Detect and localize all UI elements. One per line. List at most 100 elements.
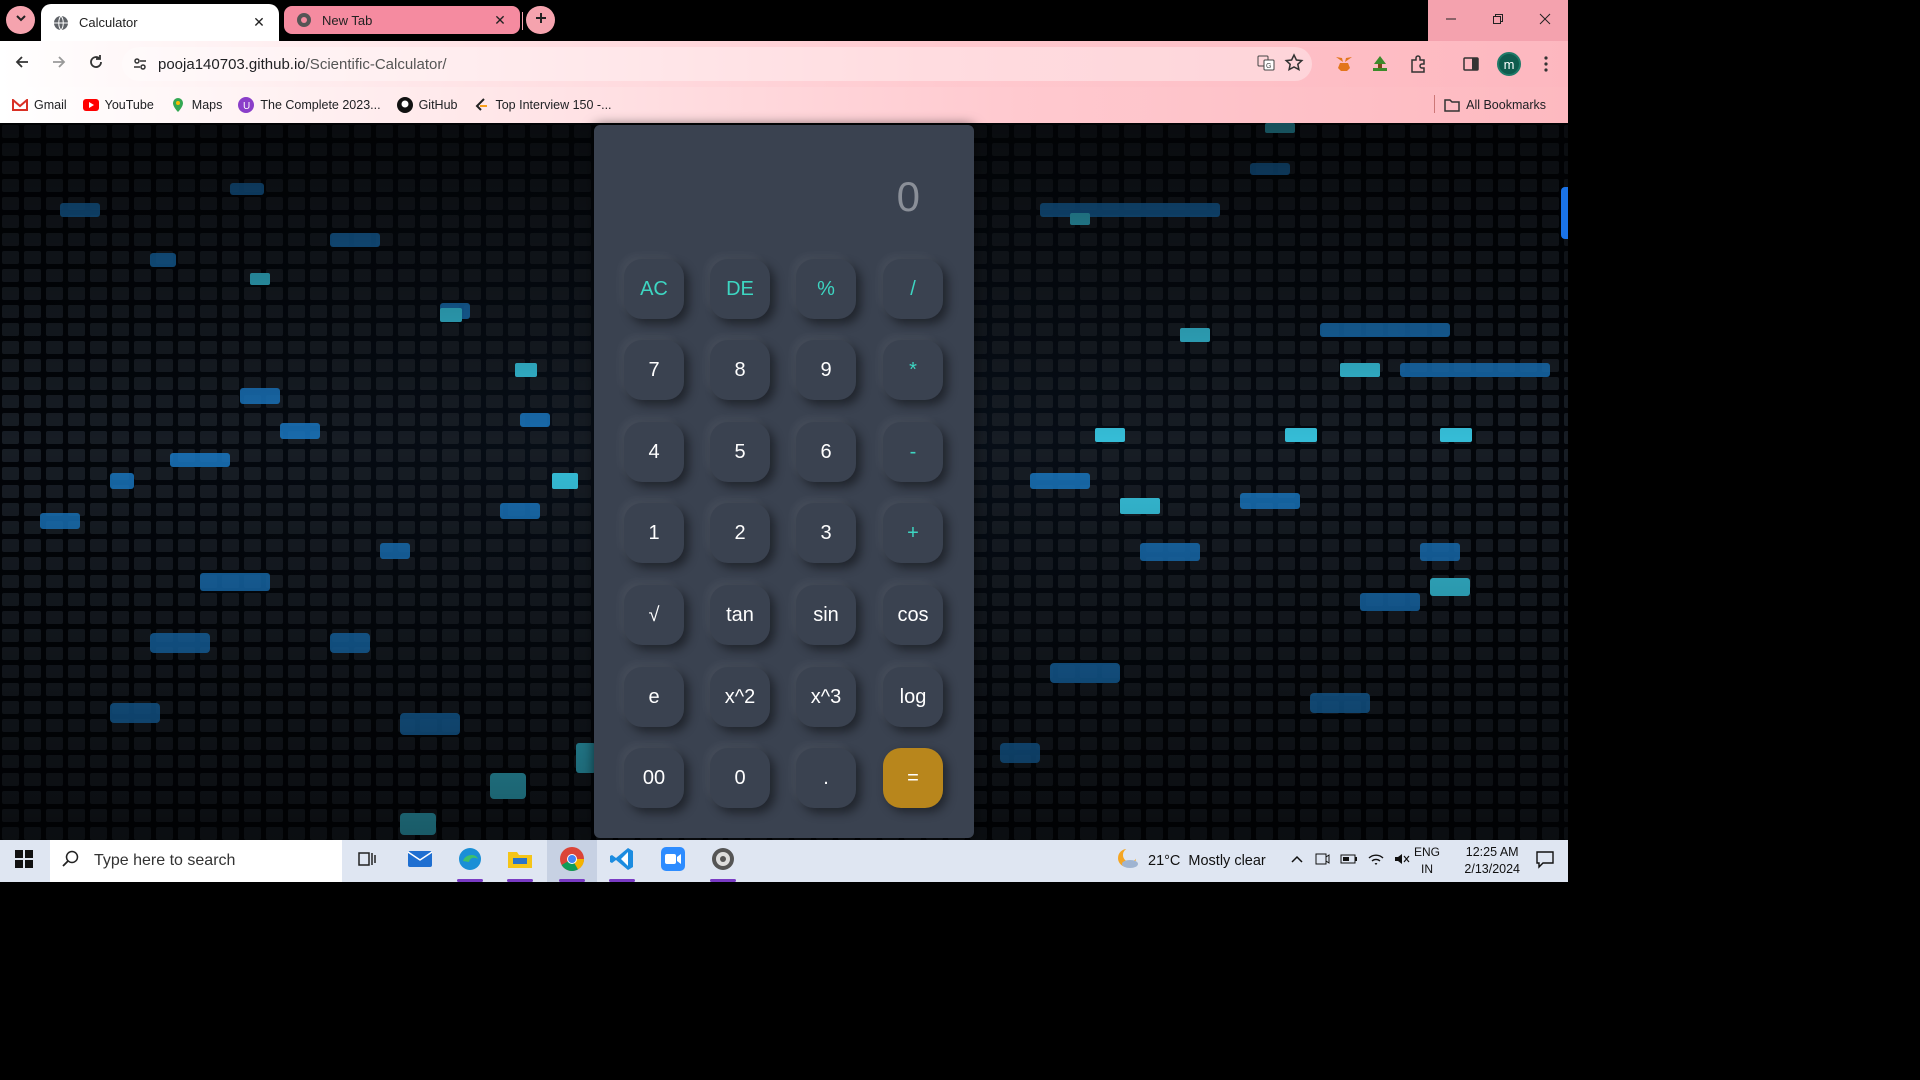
- bookmark-label: Gmail: [34, 98, 67, 112]
- star-icon[interactable]: [1284, 53, 1304, 78]
- calc-key[interactable]: 5: [710, 422, 770, 482]
- bookmark-udemy[interactable]: U The Complete 2023...: [230, 91, 388, 119]
- speaker-muted-icon[interactable]: [1394, 852, 1410, 870]
- tab-new-tab[interactable]: New Tab ✕: [284, 6, 520, 34]
- zoom-icon: [660, 846, 686, 877]
- plus-icon: [535, 11, 547, 29]
- bookmarks-bar: Gmail YouTube Maps U The Complete 2023..…: [0, 87, 1568, 123]
- url-path: /Scientific-Calculator/: [305, 55, 447, 73]
- search-icon: [62, 850, 80, 873]
- calc-key[interactable]: cos: [883, 585, 943, 645]
- address-bar[interactable]: pooja140703.github.io/Scientific-Calcula…: [122, 47, 1312, 81]
- translate-icon[interactable]: G: [1256, 53, 1276, 78]
- zoom-app[interactable]: [648, 840, 698, 882]
- language-region: IN: [1421, 862, 1433, 876]
- extension-tree-icon[interactable]: [1366, 50, 1394, 78]
- chevron-down-icon: [15, 11, 27, 29]
- calc-key[interactable]: /: [883, 259, 943, 319]
- vscode-icon: [609, 846, 635, 877]
- calc-key[interactable]: √: [624, 585, 684, 645]
- minimize-button[interactable]: [1428, 0, 1475, 41]
- metamask-icon[interactable]: [1330, 50, 1358, 78]
- calc-key[interactable]: +: [883, 503, 943, 563]
- clock-date: 2/13/2024: [1464, 862, 1520, 876]
- calc-key[interactable]: x^2: [710, 667, 770, 727]
- bookmark-github[interactable]: GitHub: [389, 91, 466, 119]
- folder-icon: [507, 848, 533, 875]
- tab-search-button[interactable]: [6, 6, 35, 34]
- clock[interactable]: 12:25 AM 2/13/2024: [1464, 844, 1520, 878]
- calc-key[interactable]: sin: [796, 585, 856, 645]
- mail-app[interactable]: [395, 840, 445, 882]
- calc-key[interactable]: 2: [710, 503, 770, 563]
- forward-button[interactable]: [45, 50, 73, 78]
- omnibox-actions: G: [1256, 53, 1304, 78]
- start-button[interactable]: [0, 840, 48, 882]
- windows-taskbar: Type here to search 21°C Mostly clear EN…: [0, 840, 1568, 882]
- app-running-indicator: [710, 879, 736, 882]
- calc-key[interactable]: -: [883, 422, 943, 482]
- app-running-indicator: [559, 879, 585, 882]
- back-button[interactable]: [8, 50, 36, 78]
- calc-key[interactable]: 8: [710, 340, 770, 400]
- calc-key[interactable]: .: [796, 748, 856, 808]
- taskbar-search-box[interactable]: Type here to search: [50, 840, 342, 882]
- site-settings-icon[interactable]: [122, 56, 158, 72]
- calc-key[interactable]: 1: [624, 503, 684, 563]
- chevron-up-icon[interactable]: [1290, 852, 1304, 870]
- wifi-icon[interactable]: [1368, 852, 1384, 870]
- profile-avatar[interactable]: m: [1497, 52, 1521, 76]
- calc-key[interactable]: %: [796, 259, 856, 319]
- arrow-right-icon: [51, 54, 67, 75]
- calc-key[interactable]: 3: [796, 503, 856, 563]
- side-panel-icon[interactable]: [1457, 50, 1485, 78]
- restore-button[interactable]: [1475, 0, 1522, 41]
- moon-cloud-icon: [1116, 847, 1140, 875]
- bookmark-gmail[interactable]: Gmail: [4, 91, 75, 119]
- reload-button[interactable]: [82, 50, 110, 78]
- notifications-button[interactable]: [1534, 850, 1556, 872]
- bookmark-youtube[interactable]: YouTube: [75, 91, 162, 119]
- calc-key[interactable]: 6: [796, 422, 856, 482]
- close-icon[interactable]: ✕: [251, 14, 267, 31]
- close-icon[interactable]: ✕: [492, 12, 508, 28]
- calc-key[interactable]: 7: [624, 340, 684, 400]
- close-window-button[interactable]: [1521, 0, 1568, 41]
- maps-icon: [170, 97, 186, 113]
- meet-now-icon[interactable]: [1314, 851, 1330, 871]
- bookmark-leetcode[interactable]: Top Interview 150 -...: [465, 91, 619, 119]
- calc-key[interactable]: log: [883, 667, 943, 727]
- tab-calculator[interactable]: Calculator ✕: [41, 4, 279, 41]
- weather-widget[interactable]: 21°C Mostly clear: [1116, 840, 1266, 882]
- language-indicator[interactable]: ENG IN: [1414, 844, 1440, 878]
- new-tab-button[interactable]: [526, 6, 555, 34]
- calc-key[interactable]: 00: [624, 748, 684, 808]
- extensions-icon[interactable]: [1404, 50, 1432, 78]
- calc-key[interactable]: =: [883, 748, 943, 808]
- all-bookmarks-button[interactable]: All Bookmarks: [1436, 91, 1554, 119]
- calc-key[interactable]: AC: [624, 259, 684, 319]
- weather-condition: Mostly clear: [1188, 853, 1266, 869]
- calc-key[interactable]: 0: [710, 748, 770, 808]
- vscode-app[interactable]: [597, 840, 647, 882]
- more-menu-icon[interactable]: [1532, 50, 1560, 78]
- chrome-app[interactable]: [547, 840, 597, 882]
- calc-key[interactable]: tan: [710, 585, 770, 645]
- misc-app[interactable]: [698, 840, 748, 882]
- language-code: ENG: [1414, 845, 1441, 859]
- calc-key[interactable]: e: [624, 667, 684, 727]
- battery-icon[interactable]: [1340, 852, 1358, 870]
- file-explorer-app[interactable]: [495, 840, 545, 882]
- side-panel-handle[interactable]: [1561, 187, 1568, 239]
- calc-key[interactable]: 4: [624, 422, 684, 482]
- browser-toolbar: pooja140703.github.io/Scientific-Calcula…: [0, 41, 1568, 87]
- calc-key[interactable]: DE: [710, 259, 770, 319]
- calc-key[interactable]: 9: [796, 340, 856, 400]
- arrow-left-icon: [14, 54, 30, 75]
- calc-key[interactable]: *: [883, 340, 943, 400]
- udemy-icon: U: [238, 97, 255, 113]
- calc-key[interactable]: x^3: [796, 667, 856, 727]
- task-view-button[interactable]: [342, 840, 392, 882]
- bookmark-maps[interactable]: Maps: [162, 91, 231, 119]
- edge-app[interactable]: [445, 840, 495, 882]
